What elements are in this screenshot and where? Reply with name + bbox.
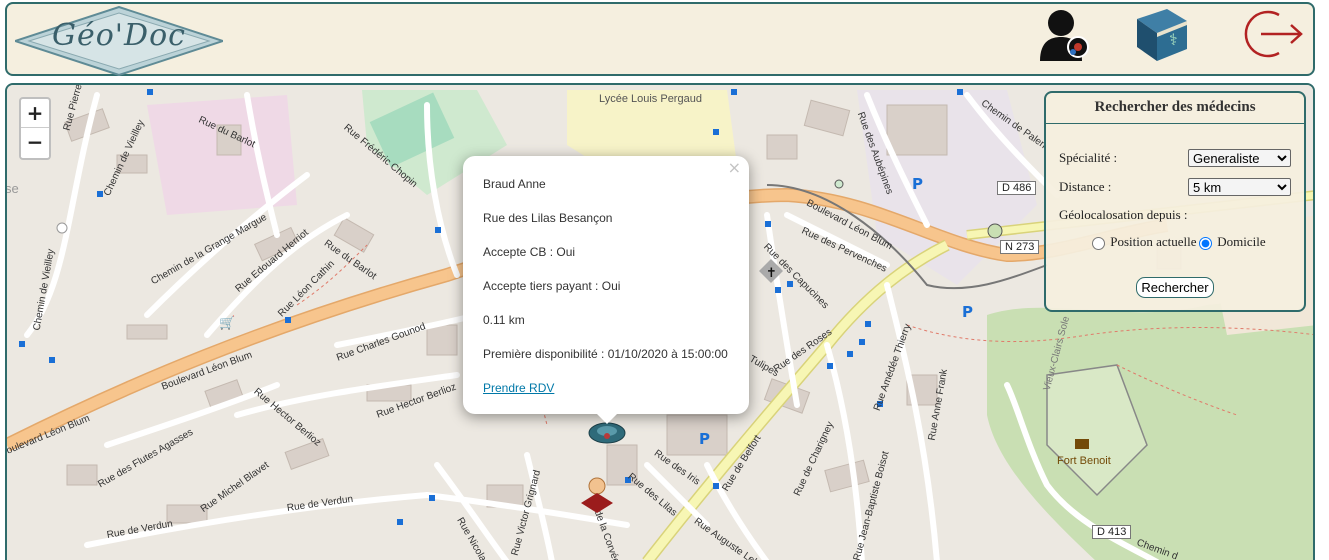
search-panel: Rechercher des médecins Spécialité : Gen…: [1044, 91, 1306, 312]
logout-icon[interactable]: [1239, 7, 1305, 63]
doctor-name: Braud Anne: [483, 177, 546, 191]
svg-text:⚕: ⚕: [1169, 30, 1178, 49]
geodoc-logo[interactable]: Géo'Doc: [11, 5, 227, 77]
map-view[interactable]: P P P ✝ 🛒 Lycée Louis Pergaud Fort Benoi…: [5, 83, 1315, 560]
zoom-control: + −: [19, 97, 51, 160]
home-marker-icon[interactable]: [579, 477, 615, 515]
popup-tip: [595, 412, 619, 424]
radio-current-position[interactable]: Position actuelle: [1092, 234, 1197, 250]
doctor-cb: Accepte CB : Oui: [483, 245, 576, 259]
lycee-label: Lycée Louis Pergaud: [599, 93, 702, 105]
doctor-popup: × Braud Anne Rue des Lilas Besançon Acce…: [463, 156, 749, 414]
radio-home-input[interactable]: [1199, 236, 1212, 250]
book-appointment-link[interactable]: Prendre RDV: [483, 381, 554, 395]
distance-label: Distance :: [1059, 179, 1112, 194]
se-label: se: [5, 181, 19, 196]
zoom-out-button[interactable]: −: [21, 128, 49, 157]
zoom-in-button[interactable]: +: [21, 99, 49, 128]
geoloc-label: Géolocalosation depuis :: [1059, 207, 1188, 222]
road-ref-badge: D 413: [1092, 525, 1132, 539]
user-profile-icon[interactable]: [1037, 7, 1093, 63]
specialty-select[interactable]: Generaliste: [1188, 149, 1291, 167]
svg-text:P: P: [962, 303, 973, 321]
specialty-label: Spécialité :: [1059, 150, 1118, 165]
svg-text:🛒: 🛒: [219, 315, 235, 331]
svg-text:P: P: [912, 175, 923, 193]
radio-home[interactable]: Domicile: [1199, 234, 1266, 250]
svg-text:✝: ✝: [766, 266, 777, 281]
doctor-address: Rue des Lilas Besançon: [483, 211, 613, 225]
road-ref-badge: N 273: [1000, 240, 1040, 254]
medical-book-icon[interactable]: ⚕: [1133, 7, 1189, 63]
road-ref-badge: D 486: [997, 181, 1037, 195]
doctor-distance: 0.11 km: [483, 313, 525, 327]
svg-text:P: P: [699, 430, 710, 448]
search-title: Rechercher des médecins: [1046, 93, 1304, 124]
logo-text: Géo'Doc: [52, 18, 186, 53]
close-icon[interactable]: ×: [728, 158, 741, 177]
search-button[interactable]: Rechercher: [1136, 277, 1214, 298]
app-header: Géo'Doc ⚕: [5, 2, 1315, 77]
radio-current-input[interactable]: [1092, 236, 1105, 250]
fort-label: Fort Benoit: [1057, 455, 1111, 467]
distance-select[interactable]: 5 km: [1188, 178, 1291, 196]
doctor-tiers-payant: Accepte tiers payant : Oui: [483, 279, 621, 293]
doctor-availability: Première disponibilité : 01/10/2020 à 15…: [483, 347, 728, 361]
